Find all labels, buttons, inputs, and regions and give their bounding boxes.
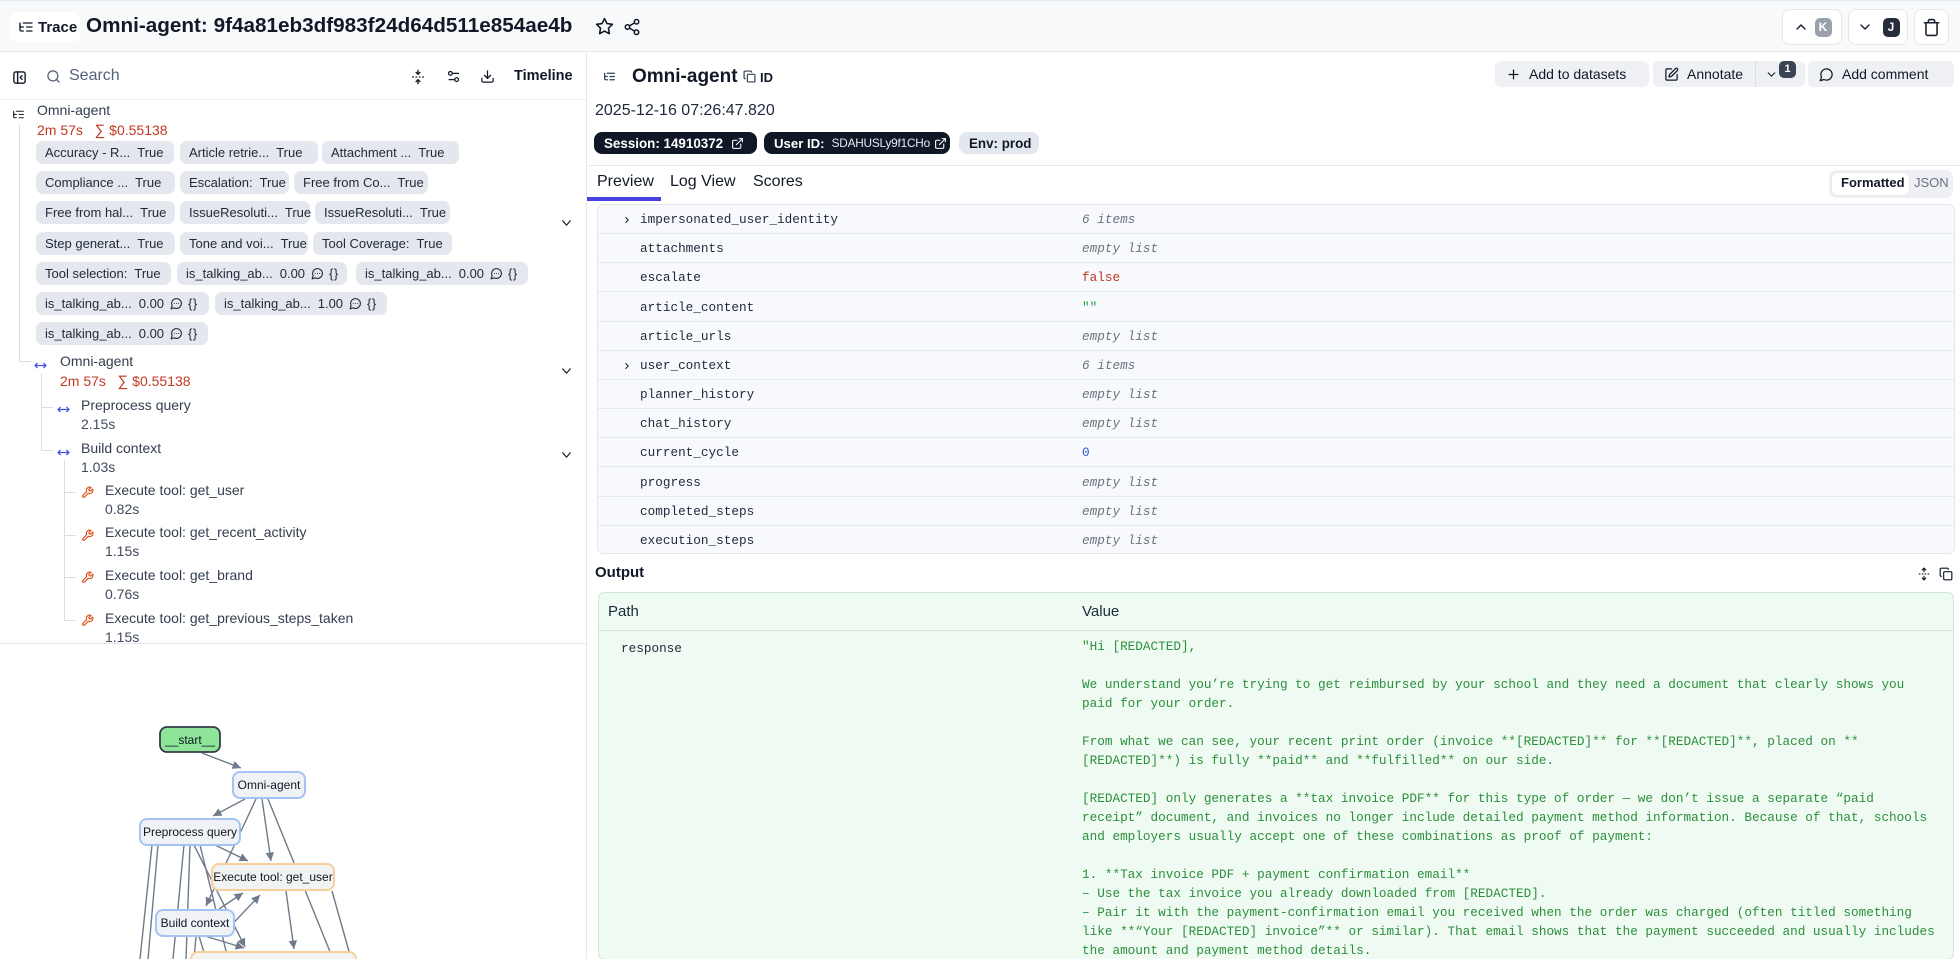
svg-text:Preprocess query: Preprocess query — [143, 825, 237, 839]
svg-text:Omni-agent: Omni-agent — [238, 778, 301, 792]
svg-text:Build context: Build context — [161, 916, 230, 930]
svg-text:__start__: __start__ — [164, 733, 215, 747]
svg-text:Execute tool: get_user: Execute tool: get_user — [213, 870, 332, 884]
